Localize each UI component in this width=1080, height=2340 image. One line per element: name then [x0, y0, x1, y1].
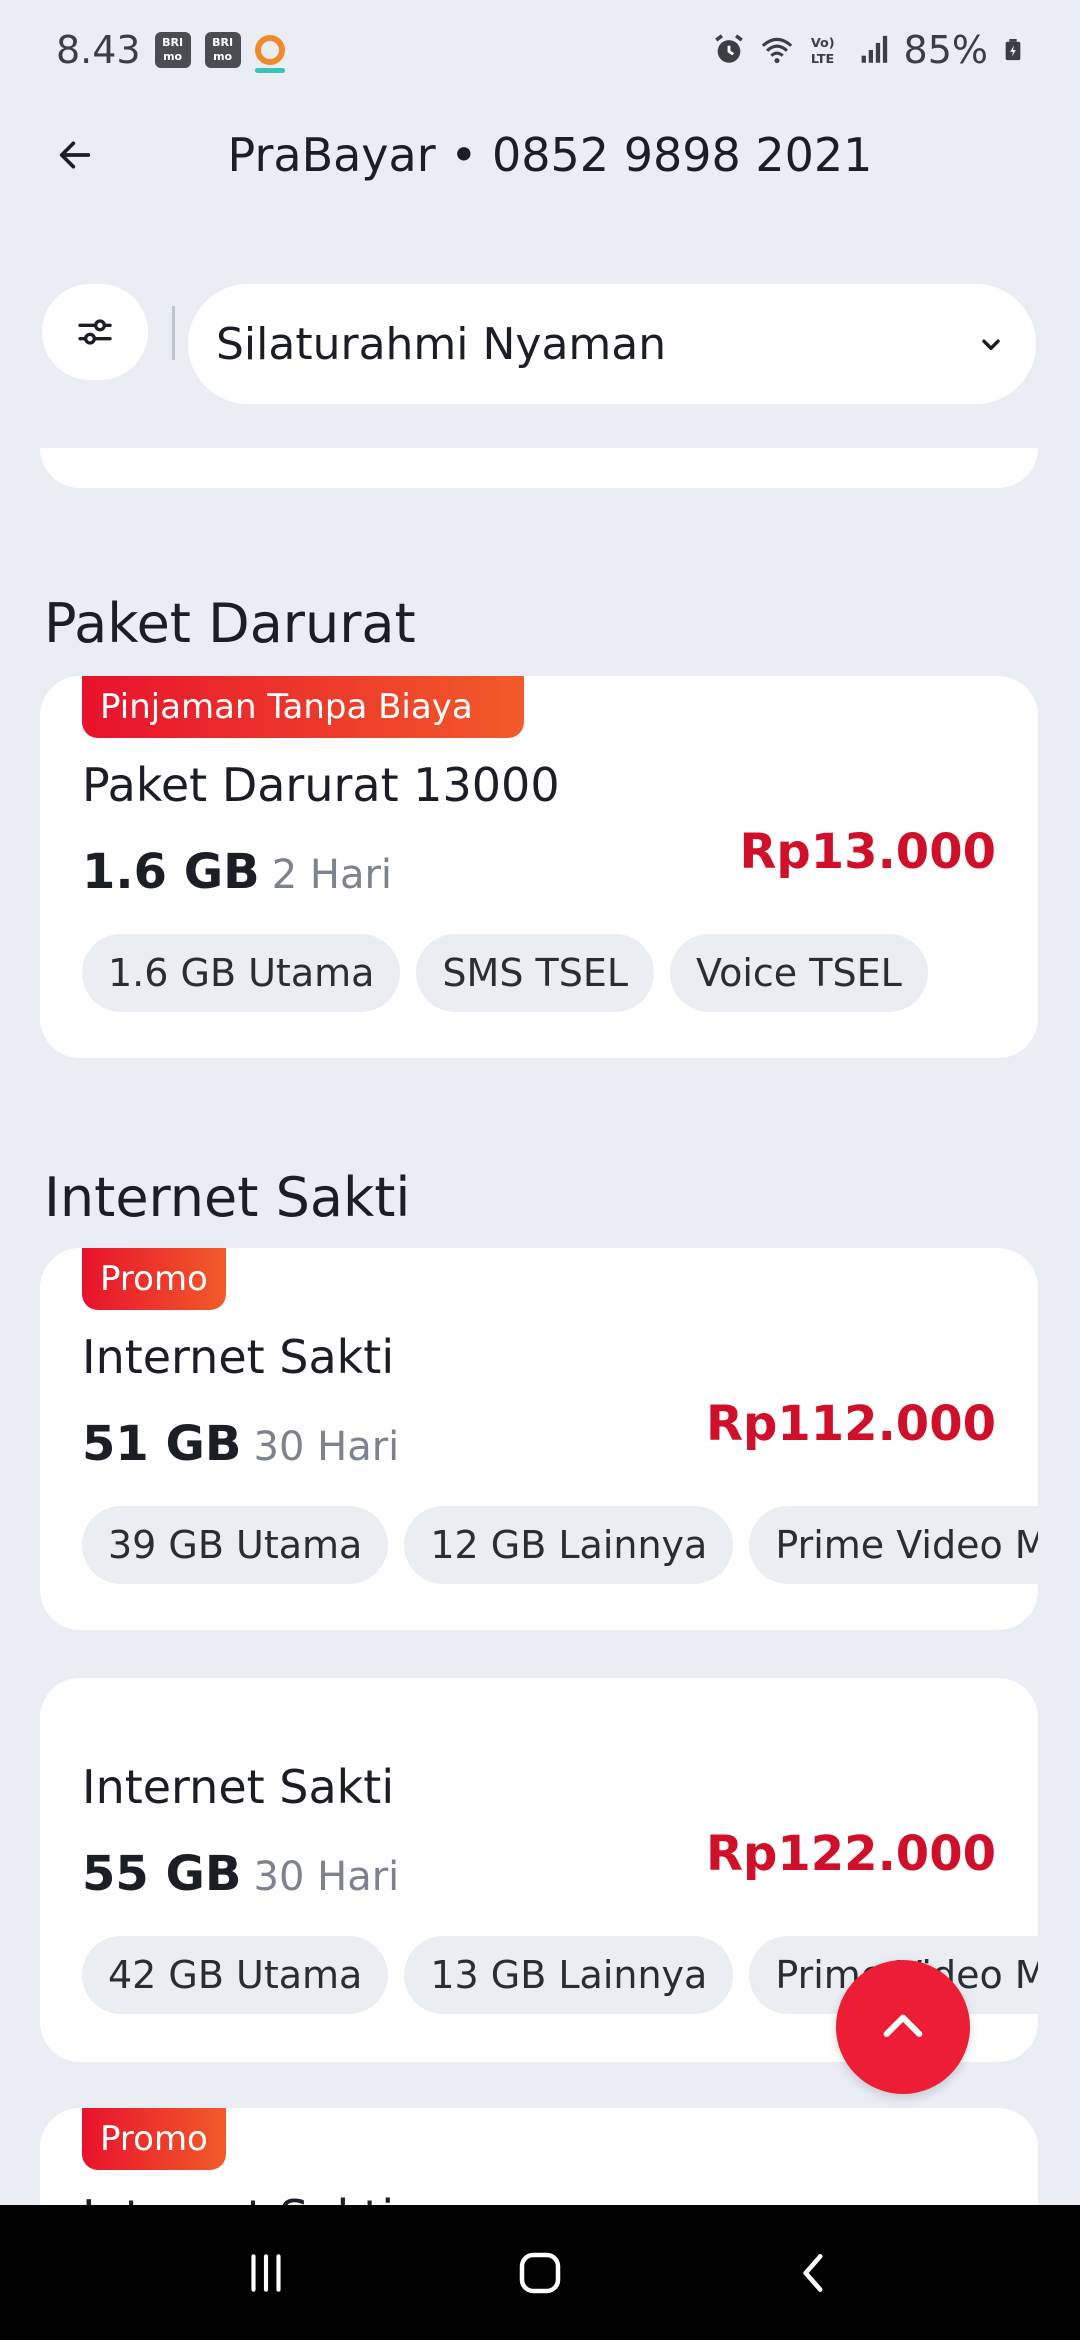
- benefit-chip: Prime Video Mobile: [749, 1506, 1038, 1584]
- wifi-icon: [761, 37, 792, 64]
- signal-icon: [861, 35, 887, 63]
- scroll-to-top-button[interactable]: [836, 1960, 970, 2094]
- filter-button[interactable]: [42, 284, 148, 380]
- chevron-up-icon: [883, 2014, 923, 2038]
- quota-duration: 2 Hari: [271, 852, 393, 898]
- battery-icon: [1005, 39, 1021, 61]
- quota-duration: 30 Hari: [253, 1424, 400, 1470]
- package-name: Internet Sakti: [82, 1330, 395, 1384]
- package-price: Rp122.000: [706, 1826, 996, 1882]
- category-dropdown[interactable]: Silaturahmi Nyaman: [188, 284, 1036, 404]
- package-chips: 39 GB Utama 12 GB Lainnya Prime Video Mo…: [82, 1506, 1038, 1584]
- arrow-left-icon: [59, 141, 91, 169]
- package-badge: Promo: [82, 1248, 226, 1310]
- package-name: Internet Sakti: [82, 1760, 395, 1814]
- package-badge: Promo: [82, 2108, 226, 2170]
- benefit-chip: 12 GB Lainnya: [404, 1506, 734, 1584]
- section-title: Paket Darurat: [44, 592, 416, 655]
- benefit-chip: 13 GB Lainnya: [404, 1936, 734, 2014]
- quota-duration: 30 Hari: [253, 1854, 400, 1900]
- bri-mo-app-icon: BRI mo: [204, 32, 241, 68]
- benefit-chip: SMS TSEL: [416, 934, 655, 1012]
- package-quota: 1.6 GB 2 Hari: [82, 844, 392, 900]
- package-badge: Pinjaman Tanpa Biaya: [82, 676, 524, 738]
- page-title: PraBayar • 0852 9898 2021: [227, 128, 873, 182]
- status-bar: 8.43 BRI mo BRI mo Vo) LTE 85%: [0, 0, 1080, 100]
- package-card[interactable]: Promo Internet Sakti: [40, 2108, 1038, 2205]
- app-header: PraBayar • 0852 9898 2021: [0, 110, 1080, 200]
- package-quota: 55 GB 30 Hari: [82, 1846, 399, 1902]
- status-right: Vo) LTE 85%: [712, 28, 1024, 72]
- package-card[interactable]: Promo Internet Sakti 51 GB 30 Hari Rp112…: [40, 1248, 1038, 1630]
- home-button[interactable]: [513, 2246, 567, 2300]
- status-time: 8.43: [56, 28, 141, 72]
- quota-amount: 51 GB: [82, 1416, 242, 1472]
- section-title: Internet Sakti: [44, 1166, 411, 1229]
- category-dropdown-value: Silaturahmi Nyaman: [216, 318, 667, 370]
- benefit-chip: 1.6 GB Utama: [82, 934, 401, 1012]
- benefit-chip: Voice TSEL: [670, 934, 928, 1012]
- chevron-down-icon: [982, 339, 1000, 350]
- back-nav-button[interactable]: [789, 2248, 839, 2298]
- alarm-icon: [714, 34, 743, 63]
- sliders-icon: [78, 319, 112, 345]
- package-quota: 51 GB 30 Hari: [82, 1416, 399, 1472]
- benefit-chip: 42 GB Utama: [82, 1936, 389, 2014]
- package-name: Internet Sakti: [82, 2190, 394, 2205]
- package-card[interactable]: Pinjaman Tanpa Biaya Paket Darurat 13000…: [40, 676, 1038, 1058]
- previous-card-partial: [40, 448, 1038, 488]
- status-left: 8.43 BRI mo BRI mo: [56, 28, 285, 73]
- battery-percentage: 85%: [903, 28, 988, 72]
- filter-divider: [172, 306, 175, 360]
- back-button[interactable]: [50, 130, 100, 180]
- package-name: Paket Darurat 13000: [82, 758, 560, 812]
- package-price: Rp13.000: [739, 824, 996, 880]
- system-navigation-bar: [0, 2205, 1080, 2340]
- package-price: Rp112.000: [706, 1396, 996, 1452]
- svg-text:LTE: LTE: [810, 52, 833, 67]
- quota-amount: 55 GB: [82, 1846, 242, 1902]
- recent-apps-button[interactable]: [241, 2248, 291, 2298]
- volte-icon: Vo) LTE: [810, 36, 834, 67]
- bri-mo-app-icon: BRI mo: [154, 32, 191, 68]
- benefit-chip: 39 GB Utama: [82, 1506, 389, 1584]
- svg-text:Vo): Vo): [810, 36, 834, 51]
- notification-app-icon: [254, 35, 285, 73]
- package-chips: 1.6 GB Utama SMS TSEL Voice TSEL: [82, 934, 928, 1012]
- quota-amount: 1.6 GB: [82, 844, 260, 900]
